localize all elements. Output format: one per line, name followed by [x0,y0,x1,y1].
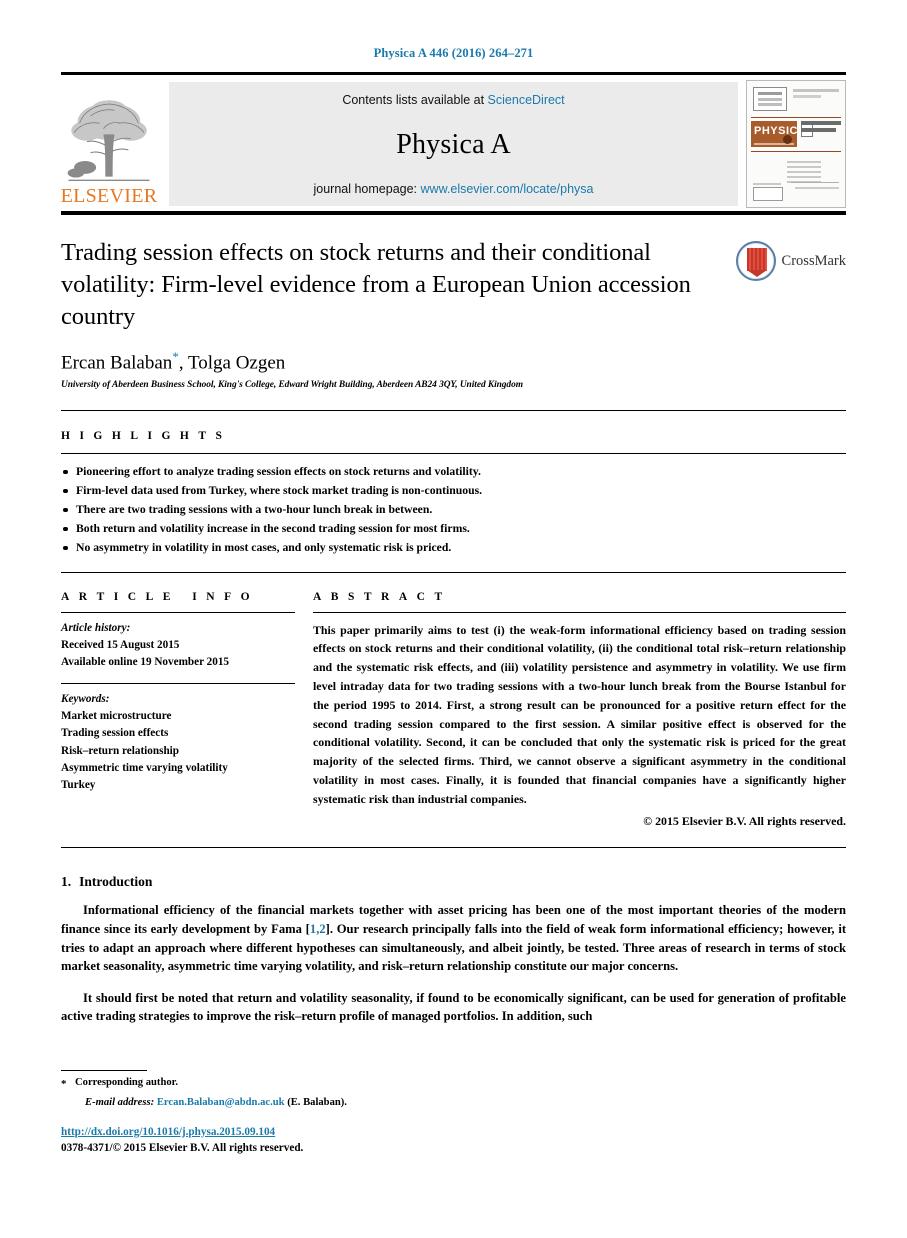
journal-cover-thumbnail[interactable]: PHYSICA [746,80,846,208]
affiliation: University of Aberdeen Business School, … [61,379,523,390]
rule-highlights [61,452,846,454]
highlights-heading: H I G H L I G H T S [61,429,226,442]
journal-title: Physica A [396,128,511,160]
article-history-label: Article history: [61,621,131,634]
keyword-item: Trading session effects [61,727,169,740]
cover-header-line-1 [793,89,839,92]
article-history-received: Received 15 August 2015 [61,638,180,651]
doi-block: http://dx.doi.org/10.1016/j.physa.2015.0… [61,1124,846,1156]
issn-copyright-line: 0378-4371/© 2015 Elsevier B.V. All right… [61,1141,304,1154]
cover-subtitle-lines [801,121,841,147]
elsevier-wordmark: ELSEVIER [60,185,158,207]
keyword-item: Market microstructure [61,709,172,722]
paragraph-2: It should first be noted that return and… [61,990,846,1024]
cover-rule-top [751,117,841,118]
list-item: No asymmetry in volatility in most cases… [61,539,846,558]
homepage-prefix: journal homepage: [313,182,421,196]
contents-available-line: Contents lists available at ScienceDirec… [342,93,564,107]
journal-info-box: Contents lists available at ScienceDirec… [169,82,738,206]
abstract-column: A B S T R A C T This paper primarily aim… [313,591,846,830]
abstract-copyright: © 2015 Elsevier B.V. All rights reserved… [643,814,846,829]
running-head: Physica A 446 (2016) 264–271 [373,46,534,60]
rule-keywords [61,682,295,684]
paragraph-1: Informational efficiency of the financia… [61,901,846,976]
rule-after-highlights [61,571,846,573]
email-note: E-mail address: Ercan.Balaban@abdn.ac.uk… [61,1095,846,1111]
corresponding-author-note: * Corresponding author. [61,1075,846,1091]
cover-rule-bottom [791,182,839,183]
crossmark-icon [735,241,776,281]
crossmark-badge[interactable]: CrossMark [735,237,846,390]
cover-footer-logo [753,187,783,201]
corresponding-author-text: Corresponding author. [75,1076,179,1088]
elsevier-tree-icon [67,100,150,181]
cover-footer-line-2 [795,187,839,189]
footnote-area: * Corresponding author. E-mail address: E… [61,1069,846,1156]
email-link[interactable]: Ercan.Balaban@abdn.ac.uk [157,1097,285,1108]
author-primary: Ercan Balaban [61,351,173,373]
footnote-star-icon: * [61,1077,67,1090]
author-list: Ercan Balaban*, Tolga Ozgen [61,349,726,374]
crossmark-label: CrossMark [781,252,846,269]
info-abstract-row: A R T I C L E I N F O Article history: R… [61,591,846,830]
section-title-text: Introduction [79,874,153,890]
doi-link[interactable]: http://dx.doi.org/10.1016/j.physa.2015.0… [61,1124,846,1140]
page-title: Trading session effects on stock returns… [61,239,691,330]
keywords-label: Keywords: [61,692,110,705]
rule-after-title [61,409,846,411]
article-history: Article history: Received 15 August 2015… [61,620,295,672]
keyword-item: Risk–return relationship [61,744,180,757]
cover-title-band: PHYSICA [751,121,806,147]
highlights-list: Pioneering effort to analyze trading ses… [61,463,846,558]
cover-header-line-2 [793,95,821,98]
keywords-group: Keywords: Market microstructure Trading … [61,691,295,795]
sciencedirect-link[interactable]: ScienceDirect [488,93,565,107]
article-info-column: A R T I C L E I N F O Article history: R… [61,591,313,830]
cover-band-text: PHYSICA [754,125,807,137]
cover-rule-mid [751,151,841,152]
cover-footer-line-1 [753,183,781,185]
rule-abstract [313,611,846,613]
abstract-text: This paper primarily aims to test (i) th… [313,622,846,806]
list-item: Firm-level data used from Turkey, where … [61,482,846,501]
rule-top [61,72,846,75]
keyword-item: Turkey [61,779,96,792]
title-block: Trading session effects on stock returns… [61,237,846,390]
citation-link-1-2[interactable]: 1,2 [310,922,326,936]
email-suffix: (E. Balaban). [287,1096,347,1108]
email-label: E-mail address: [85,1096,155,1108]
abstract-heading: A B S T R A C T [313,590,446,603]
journal-homepage-link[interactable]: www.elsevier.com/locate/physa [421,182,594,196]
section-number: 1. [61,874,72,890]
rule-article-info [61,611,295,613]
keyword-item: Asymmetric time varying volatility [61,762,228,775]
cover-band-circle-icon [783,135,792,144]
journal-homepage-line: journal homepage: www.elsevier.com/locat… [313,182,593,196]
contents-prefix: Contents lists available at [342,93,488,107]
rule-masthead-bottom [61,211,846,215]
footnote-rule [61,1069,147,1071]
author-secondary: , Tolga Ozgen [178,351,286,373]
article-history-online: Available online 19 November 2015 [61,656,230,669]
list-item: There are two trading sessions with a tw… [61,501,846,520]
list-item: Both return and volatility increase in t… [61,520,846,539]
paper-page: Physica A 446 (2016) 264–271 ELSEVIER Co… [0,0,907,1238]
list-item: Pioneering effort to analyze trading ses… [61,463,846,482]
rule-after-abstract [61,847,846,849]
section-heading-introduction: 1. Introduction [61,874,846,890]
elsevier-logo: ELSEVIER [61,80,157,208]
article-info-heading: A R T I C L E I N F O [61,590,254,603]
journal-masthead: ELSEVIER Contents lists available at Sci… [61,80,846,208]
cover-logo-box [753,87,787,111]
